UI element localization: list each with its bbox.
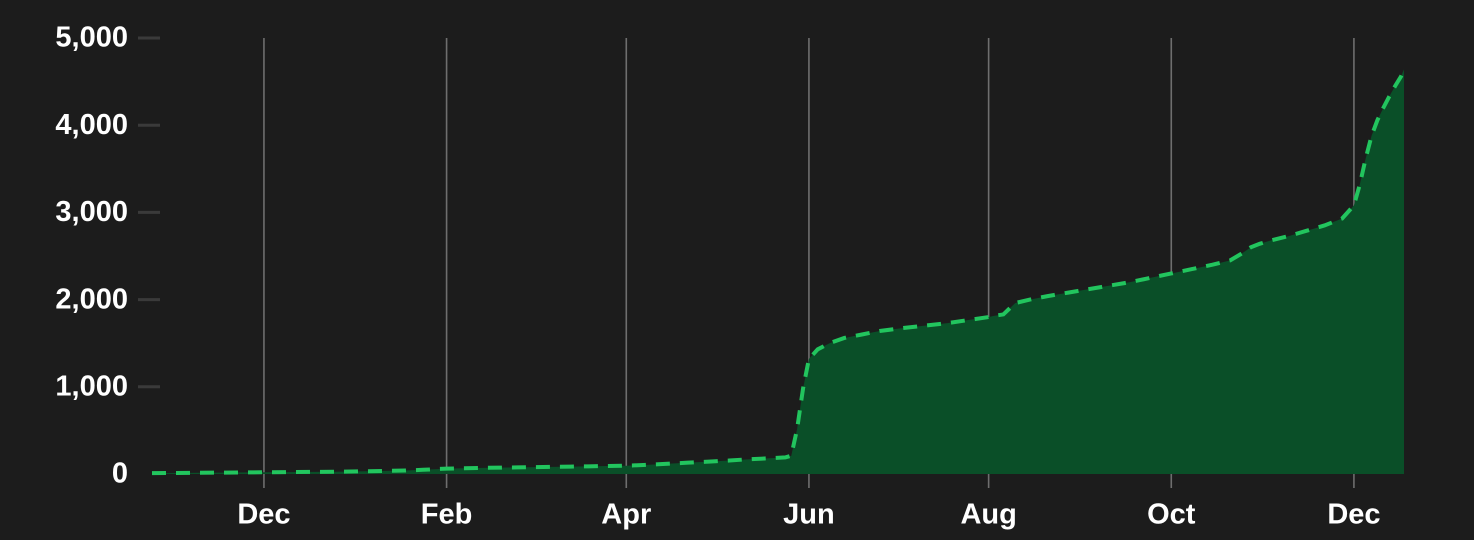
y-axis-label-2: 2,000	[55, 283, 128, 315]
y-axis-label-0: 0	[112, 458, 128, 490]
y-axis-label-1: 1,000	[55, 370, 128, 402]
x-axis-label-1: Feb	[421, 499, 473, 531]
x-axis-label-0: Dec	[237, 499, 290, 531]
x-axis-label-6: Dec	[1327, 499, 1380, 531]
x-axis-label-5: Oct	[1147, 499, 1196, 531]
area-chart: 0 1,000 2,000 3,000 4,000 5,000 Dec Feb Apr Jun A…	[0, 0, 1474, 540]
chart-container: 0 1,000 2,000 3,000 4,000 5,000 Dec Feb Apr Jun A…	[0, 0, 1474, 540]
x-axis-label-2: Apr	[601, 499, 651, 531]
y-axis-label-5: 5,000	[55, 22, 128, 54]
y-axis-label-3: 3,000	[55, 196, 128, 228]
y-axis-label-4: 4,000	[55, 109, 128, 141]
x-axis-label-4: Aug	[960, 499, 1016, 531]
x-axis-label-3: Jun	[783, 499, 835, 531]
